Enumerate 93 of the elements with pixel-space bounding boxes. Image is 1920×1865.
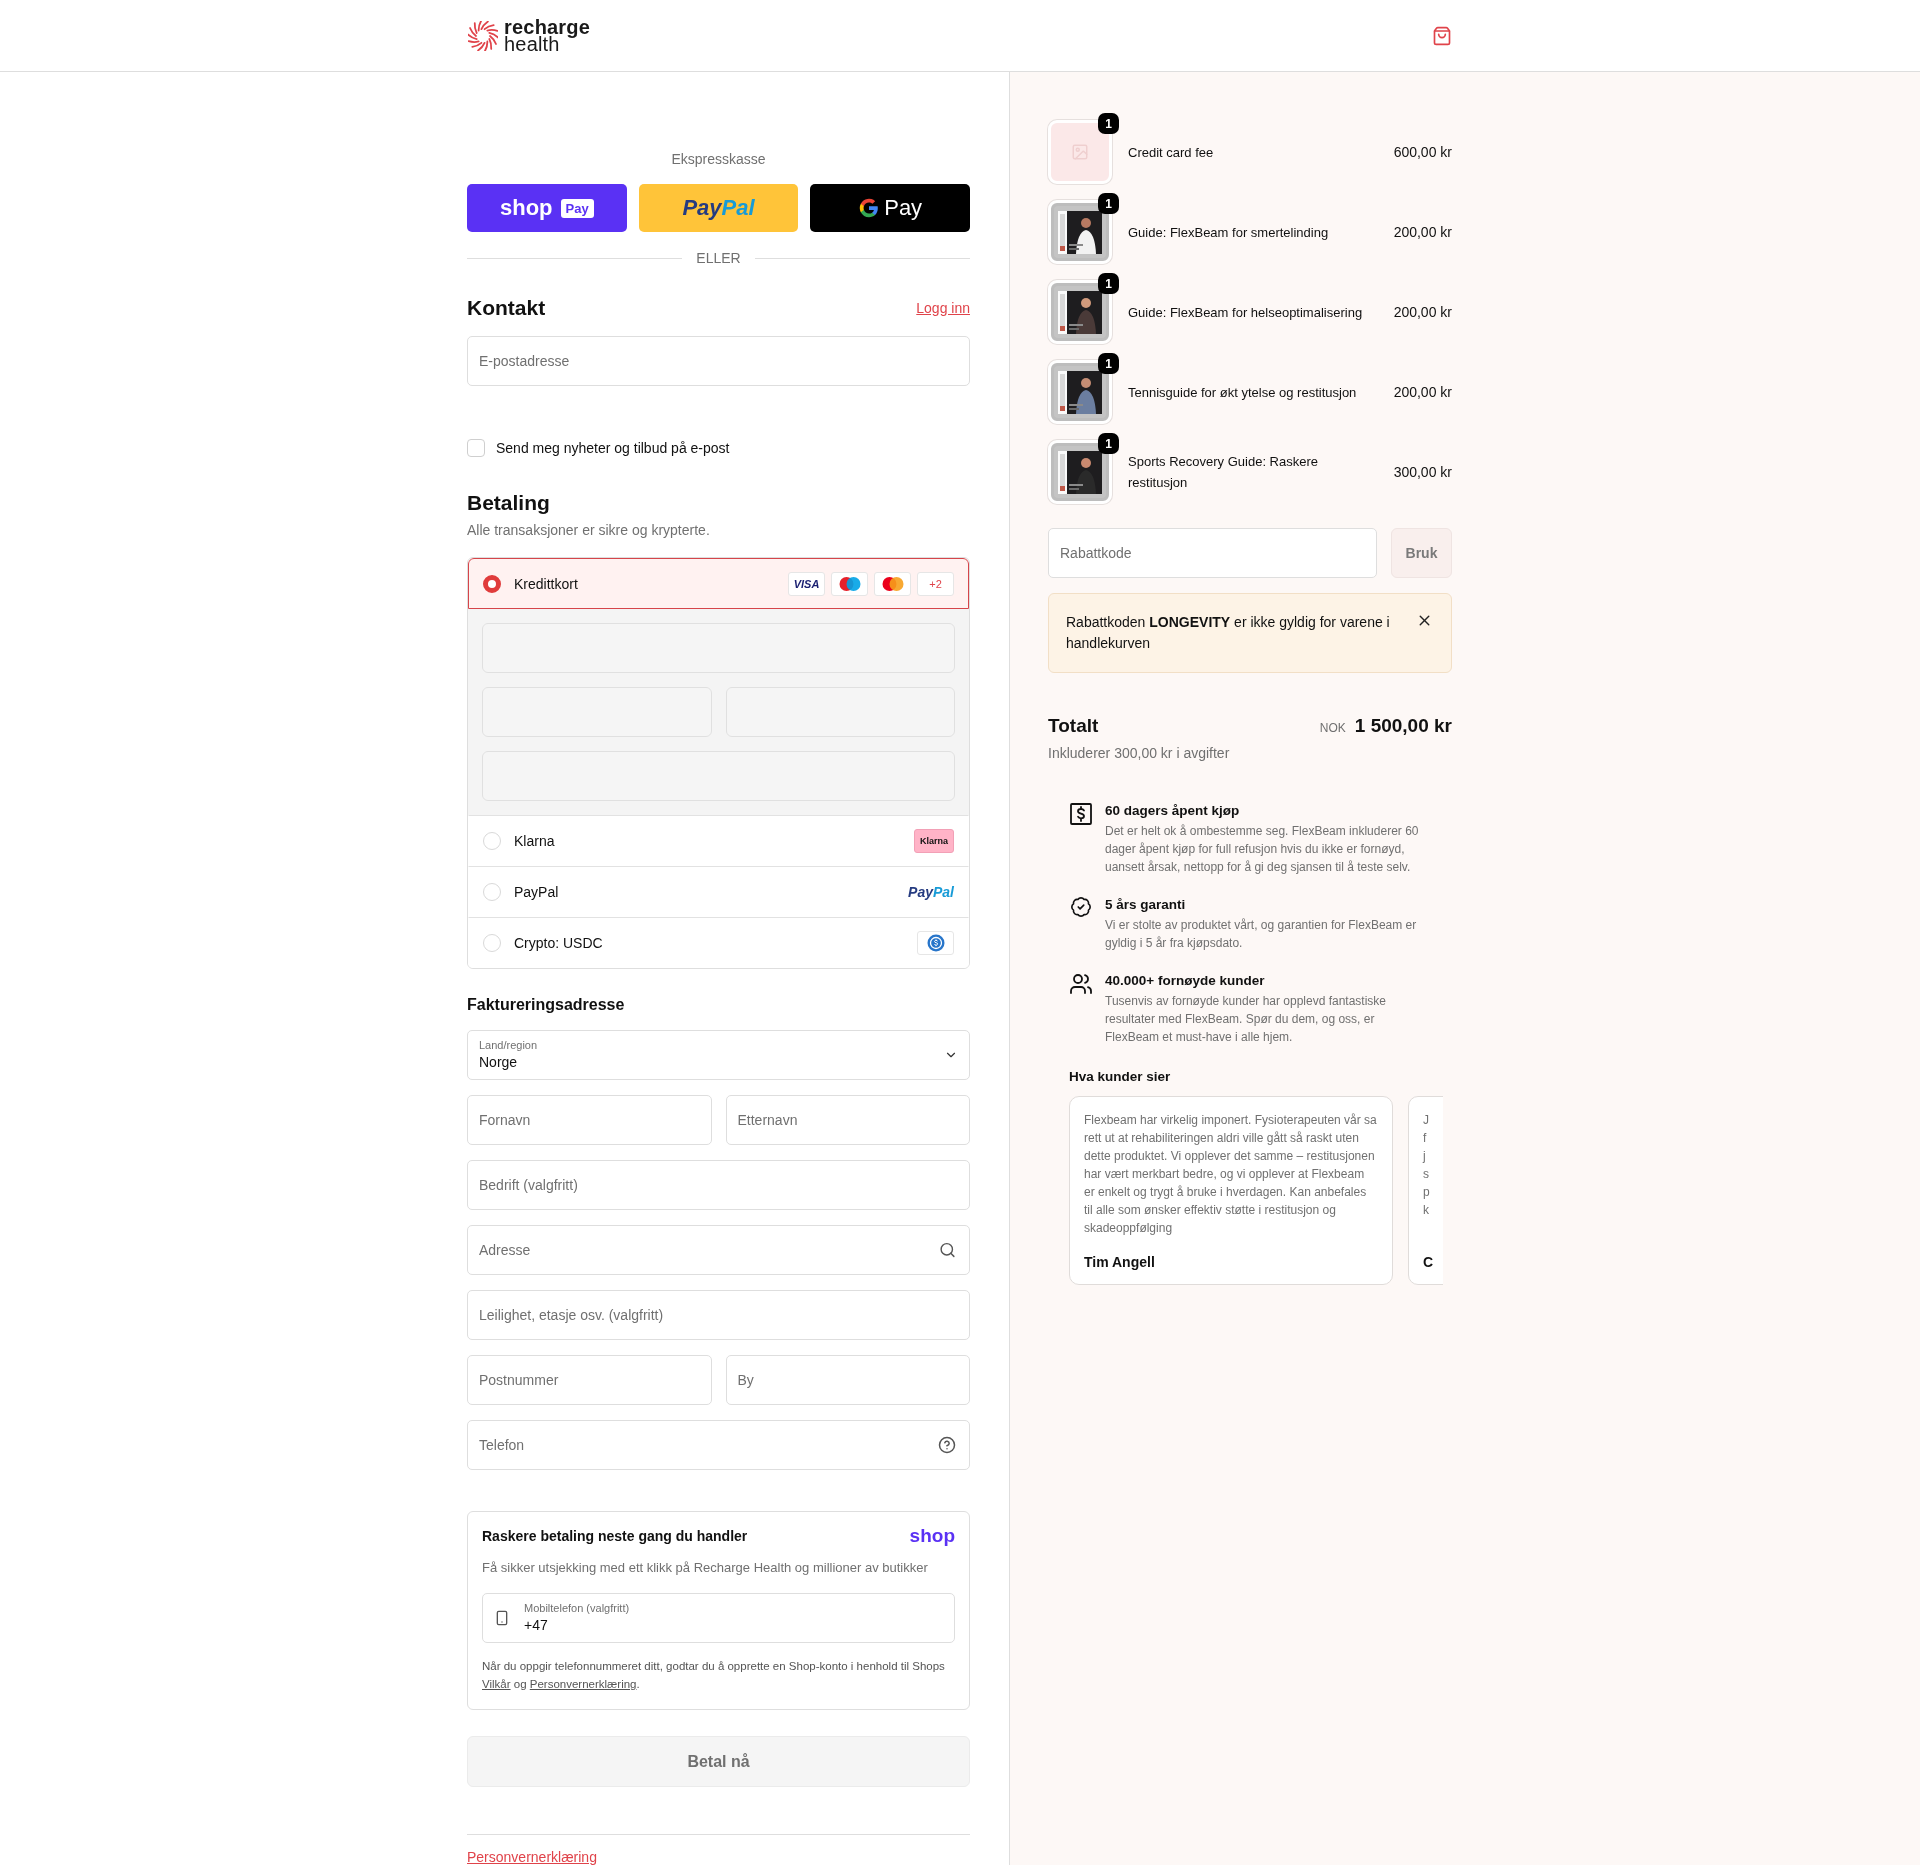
paypal-logo: PayPal	[908, 883, 954, 900]
image-placeholder-icon	[1071, 143, 1089, 161]
product-name: Guide: FlexBeam for helseoptimalisering	[1128, 303, 1364, 322]
section-title: Kontakt	[467, 295, 546, 321]
review-text-line: J	[1423, 1112, 1430, 1129]
reviews-title: Hva kunder sier	[1069, 1068, 1172, 1086]
login-link[interactable]: Logg inn	[916, 300, 970, 316]
discount-code-field[interactable]: Rabattkode	[1048, 528, 1377, 578]
feature-description: Tusenvis av fornøyde kunder har opplevd fantastiske resultater med FlexBeam. Spør du dem, og oss, er FlexBeam et must-have i alle hjem.	[1105, 993, 1388, 1046]
payment-method-label: PayPal	[514, 882, 560, 901]
brand-wordmark: recharge health	[504, 18, 591, 53]
klarna-logo: Klarna	[914, 828, 954, 853]
footer-link[interactable]: Personvernerklæring	[467, 1849, 597, 1865]
feature-description: Vi er stolte av produktet vårt, og garantien for FlexBeam er gyldig i 5 år fra kjøpsdato.	[1105, 917, 1418, 952]
product-name: Sports Recovery Guide: Raskere restitusjon	[1128, 453, 1320, 492]
review-text-line: s	[1423, 1166, 1430, 1183]
logo-swirl-icon	[468, 20, 498, 51]
payment-method-label: Klarna	[514, 831, 556, 850]
tax-note: Inkluderer 300,00 kr i avgifter	[1048, 744, 1231, 762]
payment-method-label: Crypto: USDC	[514, 933, 604, 952]
input-field[interactable]: Postnummer	[467, 1355, 712, 1405]
product-price: 300,00 kr	[1393, 464, 1452, 480]
card-title: Raskere betaling neste gang du handler	[482, 1527, 748, 1545]
product-price: 200,00 kr	[1393, 384, 1452, 400]
section-subtitle: Alle transaksjoner er sikre og krypterte.	[467, 521, 711, 539]
express-checkout-title: Ekspresskasse	[671, 150, 766, 168]
payment-method-label: Kredittkort	[514, 574, 579, 593]
mastercard-logo	[874, 571, 911, 596]
country-select[interactable]: Land/region Norge	[467, 1030, 970, 1080]
input-field[interactable]: Bedrift (valgfritt)	[467, 1160, 970, 1210]
divider-label: ELLER	[696, 250, 741, 266]
product-name: Guide: FlexBeam for smertelinding	[1128, 223, 1330, 242]
section-title: Betaling	[467, 490, 550, 516]
quantity-badge: 1	[1098, 353, 1119, 374]
payment-method-option[interactable]: Crypto: USDC	[468, 917, 969, 968]
quantity-badge: 1	[1098, 433, 1119, 454]
currency-code: NOK	[1319, 721, 1346, 735]
maestro-logo	[831, 571, 868, 596]
product-name: Credit card fee	[1128, 143, 1215, 162]
radio-button[interactable]	[483, 574, 501, 593]
shop-pay-button[interactable]: shop Pay	[467, 184, 627, 232]
people-icon	[1069, 972, 1093, 996]
quantity-badge: 1	[1098, 113, 1119, 134]
feature-title: 40.000+ fornøyde kunder	[1105, 972, 1266, 990]
product-price: 200,00 kr	[1393, 304, 1452, 320]
review-author: Tim Angell	[1084, 1254, 1156, 1270]
input-field[interactable]: Adresse	[467, 1225, 970, 1275]
shopping-bag-icon[interactable]	[1432, 25, 1452, 46]
search-icon[interactable]	[939, 1241, 956, 1259]
shop-logo: shop	[909, 1526, 955, 1546]
section-title: Faktureringsadresse	[467, 995, 625, 1015]
email-field[interactable]: E-postadresse	[467, 336, 970, 386]
quantity-badge: 1	[1098, 273, 1119, 294]
total-label: Totalt	[1048, 714, 1099, 738]
feature-title: 5 års garanti	[1105, 896, 1187, 914]
newsletter-checkbox[interactable]	[467, 439, 485, 457]
visa-logo: VISA	[788, 571, 825, 596]
help-icon[interactable]	[938, 1436, 956, 1454]
phone-icon	[494, 1610, 510, 1626]
paypal-button[interactable]: PayPal	[638, 184, 799, 232]
input-field[interactable]: Telefon	[467, 1420, 970, 1470]
privacy-link[interactable]: Personvernerklæring	[529, 1678, 637, 1690]
feature-description: Det er helt ok å ombestemme seg. FlexBeam inkluderer 60 dager åpent kjøp for full refusjon hvis du ikke er fornøyd, uansett årsak, nettopp for å gi deg sjansen til å teste selv.	[1105, 823, 1420, 876]
review-text-line: f	[1423, 1130, 1428, 1147]
total-amount: 1 500,00 kr	[1354, 715, 1452, 737]
terms-link[interactable]: Vilkår	[482, 1678, 511, 1690]
payment-method-option[interactable]: Kredittkort VISA +2	[468, 558, 969, 609]
g-logo-icon	[858, 197, 881, 219]
review-text-line: j	[1423, 1148, 1427, 1165]
card-description: Få sikker utsjekking med ett klikk på Recharge Health og millioner av butikker	[482, 1559, 929, 1577]
dollar-square-icon	[1069, 802, 1093, 826]
input-field[interactable]: Leilighet, etasje osv. (valgfritt)	[467, 1290, 970, 1340]
review-author: C	[1423, 1254, 1435, 1270]
input-field[interactable]: Fornavn	[467, 1095, 712, 1145]
legal-text: Når du oppgir telefonnummeret ditt, godtar du å opprette en Shop-konto i henhold til Shops Vilkår og Personvernerklæring.	[482, 1659, 946, 1692]
badge-check-icon	[1070, 896, 1092, 918]
input-field[interactable]: By	[725, 1355, 970, 1405]
apply-button[interactable]: Bruk	[1391, 528, 1452, 578]
review-text-line: p	[1423, 1184, 1431, 1201]
google-pay-button[interactable]: Pay	[810, 184, 970, 232]
checkbox-label: Send meg nyheter og tilbud på e-post	[496, 439, 730, 458]
product-price: 200,00 kr	[1393, 224, 1452, 240]
product-price: 600,00 kr	[1393, 144, 1452, 160]
phone-field[interactable]: Mobiltelefon (valgfritt) +47	[482, 1593, 955, 1643]
review-text-line: k	[1423, 1202, 1430, 1219]
quantity-badge: 1	[1098, 193, 1119, 214]
more-cards-badge: +2	[917, 571, 954, 596]
feature-title: 60 dagers åpent kjøp	[1105, 802, 1241, 820]
alert-message: Rabattkoden LONGEVITY er ikke gyldig for varene i handlekurven	[1066, 613, 1391, 653]
product-name: Tennisguide for økt ytelse og restitusjon	[1128, 383, 1358, 402]
usdc-logo	[917, 930, 954, 955]
input-field[interactable]: Etternavn	[725, 1095, 970, 1145]
review-text: Flexbeam har virkelig imponert. Fysioterapeuten vår sa rett ut at rehabiliteringen aldri ville gått så raskt uten dette produktet. Vi opplever det samme – restitusjonen har vært merkbart bedre, og vi opplever at Flexbeam er enkelt og trygt å bruke i hverdagen. Kan anbefales til alle som ønsker effektiv støtte i restitusjon og skadeoppfølging	[1084, 1112, 1378, 1237]
